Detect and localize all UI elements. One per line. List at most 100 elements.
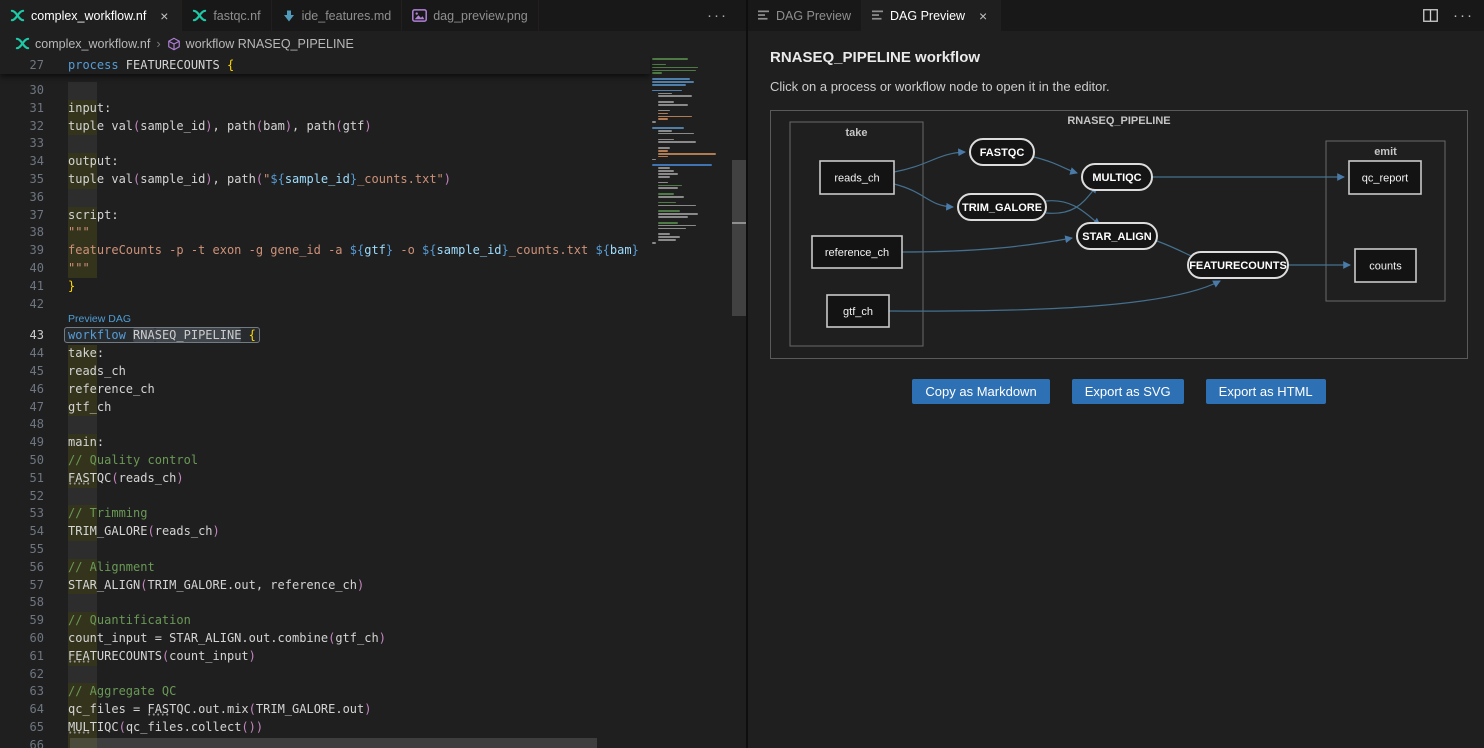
code-line-41[interactable]: 41} [0,278,650,296]
breadcrumb-file[interactable]: complex_workflow.nf [15,36,150,51]
minimap-line [658,185,682,187]
preview-tab-dag-preview[interactable]: DAG Preview× [862,0,1001,31]
code-line-61[interactable]: 61FEATURECOUNTS(count_input) [0,648,650,666]
code-line-58[interactable]: 58 [0,594,650,612]
left-tab-bar: complex_workflow.nf×fastqc.nfide_feature… [0,0,746,31]
tab-dag-preview-png[interactable]: dag_preview.png [402,0,539,31]
line-number: 37 [0,207,68,225]
code-line-52[interactable]: 52 [0,488,650,506]
code-line-47[interactable]: 47gtf_ch [0,399,650,417]
dag-node-FEATURECOUNTS[interactable]: FEATURECOUNTS [1188,252,1288,278]
code-line-45[interactable]: 45reads_ch [0,363,650,381]
dag-node-FASTQC[interactable]: FASTQC [970,139,1034,165]
dag-svg: RNASEQ_PIPELINEtakeemitreads_chreference… [770,110,1468,359]
minimap-line [658,187,678,189]
code-token: // Quantification [68,613,191,627]
dag-node-TRIM_GALORE[interactable]: TRIM_GALORE [958,194,1046,220]
code-token: gtf [364,243,386,257]
code-line-37[interactable]: 37script: [0,207,650,225]
code-token: ) [205,119,212,133]
code-line-54[interactable]: 54TRIM_GALORE(reads_ch) [0,523,650,541]
code-token: _counts.txt" [357,172,444,186]
close-tab-icon[interactable]: × [976,9,990,23]
svg-text:TRIM_GALORE: TRIM_GALORE [962,202,1042,214]
dag-node-qc_report[interactable]: qc_report [1349,161,1421,194]
minimap-line [658,216,688,218]
code-line-46[interactable]: 46reference_ch [0,381,650,399]
copy-as-markdown-button[interactable]: Copy as Markdown [912,379,1049,404]
code-token: reads_ch [155,524,213,538]
minimap-line [658,196,684,198]
minimap-line [652,90,682,92]
code-line-55[interactable]: 55 [0,541,650,559]
code-area[interactable]: 3031input:32tuple val(sample_id), path(b… [0,56,650,748]
minimap-line [658,118,668,120]
code-line-34[interactable]: 34output: [0,153,650,171]
codelens-preview-dag[interactable]: Preview DAG [68,313,131,327]
vertical-scrollbar[interactable] [732,56,746,748]
code-line-36[interactable]: 36 [0,189,650,207]
dag-node-counts[interactable]: counts [1355,249,1416,282]
code-line-44[interactable]: 44take: [0,345,650,363]
dag-node-STAR_ALIGN[interactable]: STAR_ALIGN [1077,223,1157,249]
minimap-line [658,147,670,149]
tab-fastqc-nf[interactable]: fastqc.nf [182,0,271,31]
code-line-60[interactable]: 60count_input = STAR_ALIGN.out.combine(g… [0,630,650,648]
minimap-line [658,228,686,230]
export-as-svg-button[interactable]: Export as SVG [1072,379,1184,404]
line-number: 51 [0,470,68,488]
code-line-57[interactable]: 57STAR_ALIGN(TRIM_GALORE.out, reference_… [0,577,650,595]
code-line-32[interactable]: 32tuple val(sample_id), path(bam), path(… [0,118,650,136]
minimap-line [652,72,662,74]
indent-guide-band [68,488,97,506]
code-line-65[interactable]: 65MULTIQC(qc_files.collect()) [0,719,650,737]
code-line-35[interactable]: 35tuple val(sample_id), path("${sample_i… [0,171,650,189]
code-line-56[interactable]: 56// Alignment [0,559,650,577]
minimap[interactable] [650,58,734,748]
code-line-62[interactable]: 62 [0,666,650,684]
code-line-39[interactable]: 39featureCounts -p -t exon -g gene_id -a… [0,242,650,260]
code-line-59[interactable]: 59// Quantification [0,612,650,630]
preview-tab-dag-preview[interactable]: DAG Preview [748,0,862,31]
more-actions-icon[interactable]: ··· [1453,7,1474,24]
minimap-line [658,133,694,135]
vertical-scrollbar-thumb[interactable] [732,160,746,316]
tab-complex-workflow-nf[interactable]: complex_workflow.nf× [0,0,182,31]
code-line-63[interactable]: 63// Aggregate QC [0,683,650,701]
dag-node-reads_ch[interactable]: reads_ch [820,161,894,194]
minimap-line [650,107,734,109]
code-line-48[interactable]: 48 [0,416,650,434]
code-line-42[interactable]: 42 [0,296,650,314]
code-line-51[interactable]: 51FASTQC(reads_ch) [0,470,650,488]
code-line-53[interactable]: 53// Trimming [0,505,650,523]
minimap-line [658,202,676,204]
code-line-31[interactable]: 31input: [0,100,650,118]
dag-node-reference_ch[interactable]: reference_ch [812,236,902,268]
minimap-line [658,213,698,215]
minimap-line [650,179,734,181]
dag-node-MULTIQC[interactable]: MULTIQC [1082,164,1152,190]
code-line-33[interactable]: 33 [0,135,650,153]
code-editor[interactable]: 27process FEATURECOUNTS { 3031input:32tu… [0,56,746,748]
minimap-line [658,173,678,175]
dag-node-gtf_ch[interactable]: gtf_ch [827,295,889,327]
code-line-40[interactable]: 40""" [0,260,650,278]
tab-overflow-icon[interactable]: ··· [689,7,746,24]
breadcrumb-symbol[interactable]: workflow RNASEQ_PIPELINE [167,37,354,51]
close-tab-icon[interactable]: × [157,9,171,23]
code-line-49[interactable]: 49main: [0,434,650,452]
tab-ide-features-md[interactable]: ide_features.md [272,0,403,31]
code-line-30[interactable]: 30 [0,82,650,100]
code-line-64[interactable]: 64qc_files = FASTQC.out.mix(TRIM_GALORE.… [0,701,650,719]
line-number: 54 [0,523,68,541]
split-editor-icon[interactable] [1423,9,1438,22]
code-line-50[interactable]: 50// Quality control [0,452,650,470]
horizontal-scrollbar-thumb[interactable] [70,738,597,748]
line-number: 43 [0,327,68,345]
export-as-html-button[interactable]: Export as HTML [1206,379,1326,404]
code-token: ) [364,119,371,133]
sticky-scroll-line[interactable]: 27process FEATURECOUNTS { [0,56,650,74]
code-line-38[interactable]: 38""" [0,224,650,242]
code-line-43[interactable]: 43workflow RNASEQ_PIPELINE { [0,327,650,345]
minimap-line [652,70,696,72]
